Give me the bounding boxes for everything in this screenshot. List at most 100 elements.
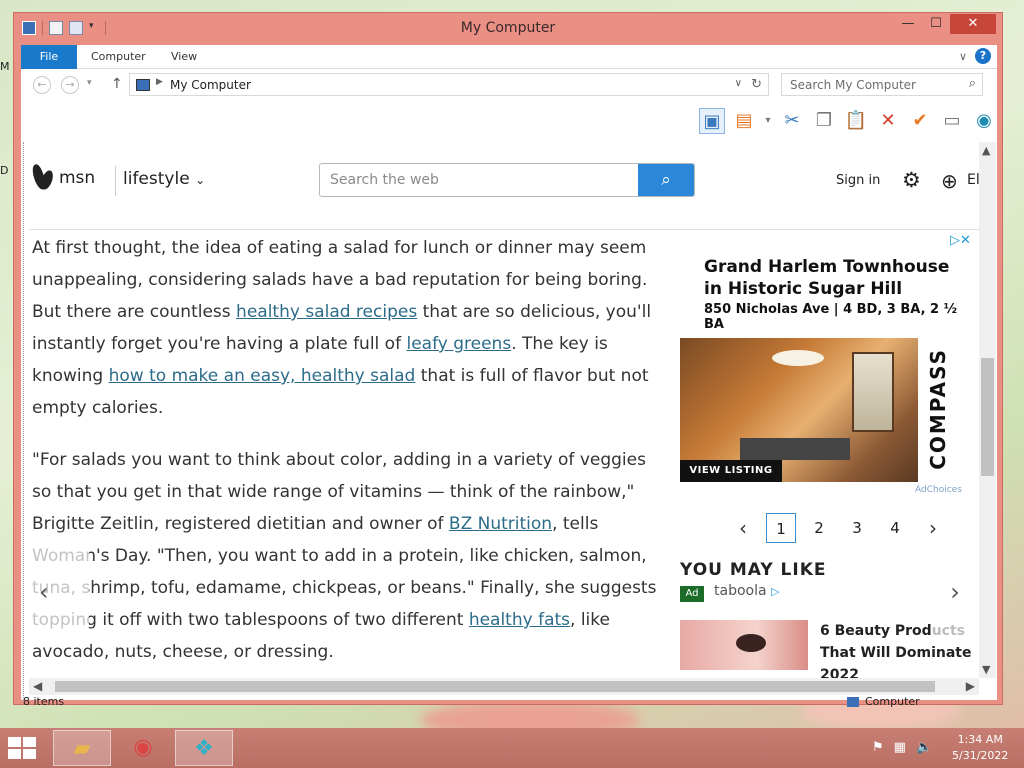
web-search-button[interactable]: ⌕: [638, 164, 694, 196]
pager-page[interactable]: 4: [880, 513, 910, 543]
windows-logo-pane: [8, 749, 21, 759]
clock-time: 1:34 AM: [957, 733, 1003, 746]
status-location: Computer: [847, 695, 920, 708]
scrollbar-thumb[interactable]: [981, 358, 994, 476]
ribbon: File Computer View ∨ ?: [21, 45, 997, 69]
chevron-down-icon[interactable]: ▾: [763, 108, 773, 134]
address-row: ← → ▾ ↑ ▶ My Computer ∨ ↻ Search My Comp…: [21, 70, 997, 101]
sign-in-link[interactable]: Sign in: [836, 173, 880, 188]
file-explorer-taskbar-button[interactable]: ▰: [53, 730, 111, 766]
taboola-label: taboola: [714, 583, 767, 599]
article-body: At first thought, the idea of eating a s…: [32, 232, 662, 678]
volume-icon[interactable]: 🔈: [916, 740, 932, 755]
desktop-icon-label[interactable]: D: [0, 164, 8, 177]
windows-logo-pane: [23, 737, 36, 747]
up-button[interactable]: ↑: [111, 76, 123, 92]
language-label[interactable]: El: [967, 172, 979, 188]
eye-shape: [736, 634, 766, 652]
expand-ribbon-icon[interactable]: ∨: [959, 50, 967, 63]
layout-pane-icon[interactable]: ▣: [699, 108, 725, 134]
scroll-left-icon[interactable]: ◀: [33, 679, 42, 693]
ad-subtitle: 850 Nicholas Ave | 4 BD, 3 BA, 2 ½ BA: [704, 302, 958, 332]
globe-icon[interactable]: ◉: [971, 108, 997, 134]
scroll-up-icon[interactable]: ▲: [982, 144, 990, 157]
tab-view[interactable]: View: [171, 45, 197, 69]
address-bar[interactable]: ▶ My Computer ∨ ↻: [129, 73, 769, 96]
ad-badge: Ad: [680, 586, 704, 602]
scroll-right-icon[interactable]: ▶: [966, 679, 975, 693]
horizontal-scrollbar[interactable]: ◀ ▶: [29, 678, 979, 695]
ad-brand-logo: COMPASS: [926, 348, 950, 470]
title-bar[interactable]: ▾ My Computer — ☐ ✕: [14, 13, 1002, 45]
clock[interactable]: 1:34 AM 5/31/2022: [952, 732, 1008, 764]
taskbar: ▰ ◉ ❖ ⚑ ▦ 🔈 1:34 AM 5/31/2022: [0, 728, 1024, 768]
help-button[interactable]: ?: [975, 48, 991, 64]
start-button[interactable]: [8, 737, 38, 759]
vertical-scrollbar[interactable]: ▲ ▼: [979, 142, 996, 678]
forward-button[interactable]: →: [61, 76, 79, 94]
search-placeholder: Search My Computer: [790, 78, 916, 92]
cut-icon[interactable]: ✂: [779, 108, 805, 134]
rename-icon[interactable]: ▭: [939, 108, 965, 134]
breadcrumb-arrow-icon[interactable]: ▶: [156, 77, 163, 87]
article-link[interactable]: leafy greens: [406, 334, 511, 354]
taboola-link[interactable]: taboola ▷: [714, 583, 779, 599]
paste-icon[interactable]: 📋: [843, 108, 869, 134]
carousel-next-button[interactable]: ›: [931, 542, 979, 642]
minimize-button[interactable]: —: [894, 14, 922, 34]
check-icon[interactable]: ✔: [907, 108, 933, 134]
back-button[interactable]: ←: [33, 76, 51, 94]
adchoices-label[interactable]: AdChoices: [915, 485, 962, 495]
scrollbar-thumb[interactable]: [55, 681, 935, 692]
section-label: lifestyle: [123, 169, 190, 189]
search-input[interactable]: Search My Computer ⌕: [781, 73, 983, 96]
web-search-input[interactable]: Search the web ⌕: [319, 163, 695, 197]
article-paragraph: "For salads you want to think about colo…: [32, 444, 662, 668]
article-link[interactable]: healthy salad recipes: [236, 302, 417, 322]
article-link[interactable]: BZ Nutrition: [449, 514, 552, 534]
pager-next-button[interactable]: ›: [918, 513, 948, 543]
section-menu[interactable]: lifestyle ⌄: [123, 169, 205, 189]
article-paragraph: At first thought, the idea of eating a s…: [32, 232, 662, 424]
gear-icon[interactable]: ⚙: [902, 168, 921, 192]
maximize-button[interactable]: ☐: [922, 14, 950, 34]
ad-title[interactable]: Grand Harlem Townhouse in Historic Sugar…: [704, 256, 964, 300]
network-icon[interactable]: ▦: [894, 740, 906, 755]
properties-icon[interactable]: ▤: [731, 108, 757, 134]
pager-page[interactable]: 2: [804, 513, 834, 543]
copy-icon[interactable]: ❐: [811, 108, 837, 134]
tab-file[interactable]: File: [21, 45, 77, 69]
search-icon[interactable]: ⌕: [969, 76, 976, 91]
refresh-icon[interactable]: ↻: [751, 77, 762, 92]
close-button[interactable]: ✕: [950, 14, 996, 34]
item-count: 8 items: [23, 695, 65, 708]
flag-icon[interactable]: ⚑: [872, 740, 884, 755]
ad-pager: ‹ 1 2 3 4 ›: [728, 513, 948, 543]
pager-page[interactable]: 3: [842, 513, 872, 543]
scroll-down-icon[interactable]: ▼: [982, 663, 990, 676]
web-search-placeholder: Search the web: [330, 172, 439, 188]
app-taskbar-button[interactable]: ❖: [175, 730, 233, 766]
computer-icon: [847, 697, 859, 707]
article-link[interactable]: healthy fats: [469, 610, 570, 630]
globe-icon[interactable]: ⊕: [941, 169, 958, 193]
command-toolbar: ▣ ▤ ▾ ✂ ❐ 📋 ✕ ✔ ▭ ◉: [21, 102, 997, 142]
ad-image[interactable]: VIEW LISTING: [680, 338, 918, 482]
chevron-down-icon[interactable]: ∨: [735, 78, 742, 89]
recommend-thumbnail[interactable]: [680, 620, 808, 670]
view-listing-button[interactable]: VIEW LISTING: [680, 460, 782, 482]
desktop-icon-label[interactable]: M: [0, 60, 10, 73]
tab-computer[interactable]: Computer: [91, 45, 146, 69]
pager-prev-button[interactable]: ‹: [728, 513, 758, 543]
pager-page[interactable]: 1: [766, 513, 796, 543]
article-link[interactable]: how to make an easy, healthy salad: [109, 366, 416, 386]
chevron-down-icon: ⌄: [195, 173, 206, 187]
adchoices-icon[interactable]: ▷✕: [950, 233, 971, 248]
delete-icon[interactable]: ✕: [875, 108, 901, 134]
chrome-taskbar-button[interactable]: ◉: [114, 730, 172, 766]
msn-logo[interactable]: msn: [33, 164, 95, 192]
windows-logo-pane: [8, 737, 21, 747]
address-path[interactable]: My Computer: [170, 78, 251, 92]
recent-locations-icon[interactable]: ▾: [87, 78, 92, 88]
carousel-prev-button[interactable]: ‹: [29, 542, 89, 642]
